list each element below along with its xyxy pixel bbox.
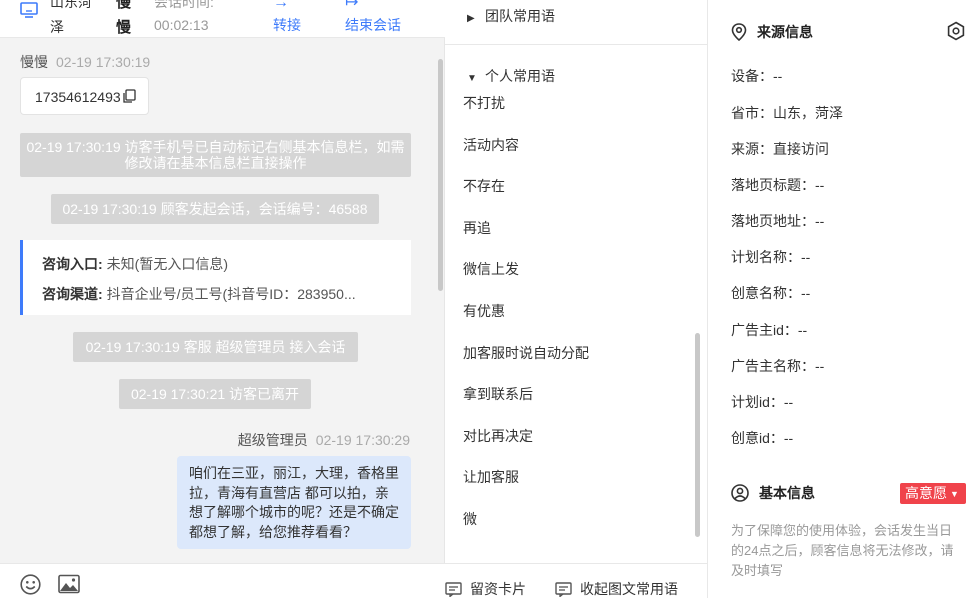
info-landing-title: 落地页标题：-- xyxy=(731,177,825,193)
chat-panel: 山东菏泽 慢慢 会话时间: 00:02:13 → 转接 ↦ 结束会话 慢慢 02-… xyxy=(0,0,445,598)
info-landing-url: 落地页地址：-- xyxy=(731,213,825,229)
team-phrases-group[interactable]: ▶ 团队常用语 xyxy=(467,6,555,26)
info-advertiser-id: 广告主id：-- xyxy=(731,322,808,338)
entry-row: 咨询入口: 未知(暂无入口信息) xyxy=(42,254,402,274)
end-session-label: 结束会话 xyxy=(345,17,401,33)
intent-level-label: 高意愿 xyxy=(905,485,947,501)
phrase-item[interactable]: 不存在 xyxy=(463,176,505,196)
info-advertiser-name: 广告主名称：-- xyxy=(731,358,825,374)
source-info-title: 来源信息 xyxy=(731,22,813,42)
quick-phrases-panel: ▶ 团队常用语 ▼ 个人常用语 不打扰 活动内容 不存在 再追 微信上发 有优惠 加… xyxy=(445,0,708,598)
end-session-button[interactable]: ↦ 结束会话 xyxy=(345,0,401,36)
settings-icon[interactable] xyxy=(946,21,966,41)
agent-message-bubble: 咱们在三亚，丽江，大理，香格里拉，青海有直营店 都可以拍，亲想了解哪个城市的呢？… xyxy=(177,456,411,549)
info-province-city: 省市：山东，菏泽 xyxy=(731,105,843,121)
phrase-item[interactable]: 让加客服 xyxy=(463,467,519,487)
phrase-item[interactable]: 微 xyxy=(463,509,477,529)
personal-phrases-group[interactable]: ▼ 个人常用语 xyxy=(467,66,555,86)
chat-toolbar xyxy=(0,563,445,598)
copy-icon[interactable] xyxy=(122,89,136,104)
session-time-label: 会话时间: xyxy=(154,0,214,10)
channel-label: 咨询渠道: xyxy=(42,286,103,302)
phrase-item[interactable]: 微信上发 xyxy=(463,259,519,279)
user-circle-icon xyxy=(731,484,749,502)
visitor-message-bubble: 17354612493 xyxy=(20,77,149,115)
collapse-phrases-label: 收起图文常用语 xyxy=(580,581,678,597)
lead-card-button[interactable]: 留资卡片 xyxy=(445,579,526,598)
team-phrases-label: 团队常用语 xyxy=(485,8,555,24)
info-source: 来源：直接访问 xyxy=(731,141,829,157)
info-creative-name: 创意名称：-- xyxy=(731,285,811,301)
session-time: 00:02:13 xyxy=(154,17,209,33)
message-icon xyxy=(555,582,572,598)
location-pin-icon xyxy=(731,23,747,42)
phrases-scrollbar[interactable] xyxy=(695,333,700,537)
info-plan-name: 计划名称：-- xyxy=(731,249,811,265)
monitor-icon xyxy=(20,2,38,18)
caret-down-icon: ▼ xyxy=(950,489,959,499)
info-creative-id: 创意id：-- xyxy=(731,430,794,446)
phrase-item[interactable]: 活动内容 xyxy=(463,135,519,155)
agent-message-time: 02-19 17:30:29 xyxy=(315,432,410,448)
caret-right-icon: ▶ xyxy=(467,13,475,24)
phrase-item[interactable]: 对比再决定 xyxy=(463,426,533,446)
visitor-location: 山东菏泽 xyxy=(50,0,92,35)
visitor-message-sender: 慢慢 xyxy=(20,54,48,70)
info-plan-id: 计划id：-- xyxy=(731,394,794,410)
visitor-name: 慢慢 xyxy=(116,0,132,36)
divider xyxy=(445,44,707,45)
channel-value: 抖音企业号/员工号(抖音号ID：283950... xyxy=(106,286,356,302)
customer-info-panel: 来源信息 设备：-- 省市：山东，菏泽 来源：直接访问 落地页标题：-- 落地页… xyxy=(709,0,970,598)
consult-entry-card: 咨询入口: 未知(暂无入口信息) 咨询渠道: 抖音企业号/员工号(抖音号ID：283… xyxy=(20,240,411,315)
info-device: 设备：-- xyxy=(731,68,783,84)
phrase-item[interactable]: 再追 xyxy=(463,218,491,238)
agent-message-sender: 超级管理员 xyxy=(237,432,308,448)
source-info-label: 来源信息 xyxy=(757,24,813,40)
phrase-item[interactable]: 加客服时说自动分配 xyxy=(463,343,589,363)
transfer-label: 转接 xyxy=(273,17,301,33)
phrases-footer: 留资卡片 收起图文常用语 xyxy=(445,563,707,598)
entry-value: 未知(暂无入口信息) xyxy=(106,256,228,272)
visitor-phone-number: 17354612493 xyxy=(35,89,121,105)
chat-header: 山东菏泽 慢慢 会话时间: 00:02:13 → 转接 ↦ 结束会话 xyxy=(0,0,445,38)
phrase-item[interactable]: 有优惠 xyxy=(463,301,505,321)
collapse-phrases-button[interactable]: 收起图文常用语 xyxy=(555,579,678,598)
lead-card-label: 留资卡片 xyxy=(470,581,526,597)
basic-info-label: 基本信息 xyxy=(759,485,815,501)
caret-down-icon: ▼ xyxy=(467,73,477,84)
phrase-item[interactable]: 不打扰 xyxy=(463,93,505,113)
edit-notice: 为了保障您的使用体验，会话发生当日的24点之后，顾客信息将无法修改，请及时填写 xyxy=(731,523,954,578)
entry-label: 咨询入口: xyxy=(42,256,103,272)
basic-info-title: 基本信息 xyxy=(731,483,815,503)
system-message: 02-19 17:30:19 客服 超级管理员 接入会话 xyxy=(73,332,358,362)
system-message: 02-19 17:30:19 顾客发起会话，会话编号：46588 xyxy=(51,194,379,224)
system-message: 02-19 17:30:19 访客手机号已自动标记右侧基本信息栏，如需修改请在基… xyxy=(20,133,411,177)
phrase-item[interactable]: 拿到联系后 xyxy=(463,384,533,404)
chat-scrollbar[interactable] xyxy=(438,59,443,291)
system-message: 02-19 17:30:21 访客已离开 xyxy=(119,379,311,409)
card-icon xyxy=(445,582,462,598)
personal-phrases-label: 个人常用语 xyxy=(485,68,555,84)
visitor-message-meta: 慢慢 02-19 17:30:19 xyxy=(20,52,150,72)
transfer-button[interactable]: → 转接 xyxy=(273,0,301,36)
emoji-icon[interactable] xyxy=(20,574,41,595)
channel-row: 咨询渠道: 抖音企业号/员工号(抖音号ID：283950... xyxy=(42,284,402,304)
intent-level-dropdown[interactable]: 高意愿 ▼ xyxy=(900,483,966,504)
exit-icon: ↦ xyxy=(345,0,359,11)
visitor-message-time: 02-19 17:30:19 xyxy=(56,54,151,70)
agent-message-meta: 超级管理员 02-19 17:30:29 xyxy=(238,430,410,450)
image-icon[interactable] xyxy=(58,574,80,594)
transfer-icon: → xyxy=(273,0,289,11)
